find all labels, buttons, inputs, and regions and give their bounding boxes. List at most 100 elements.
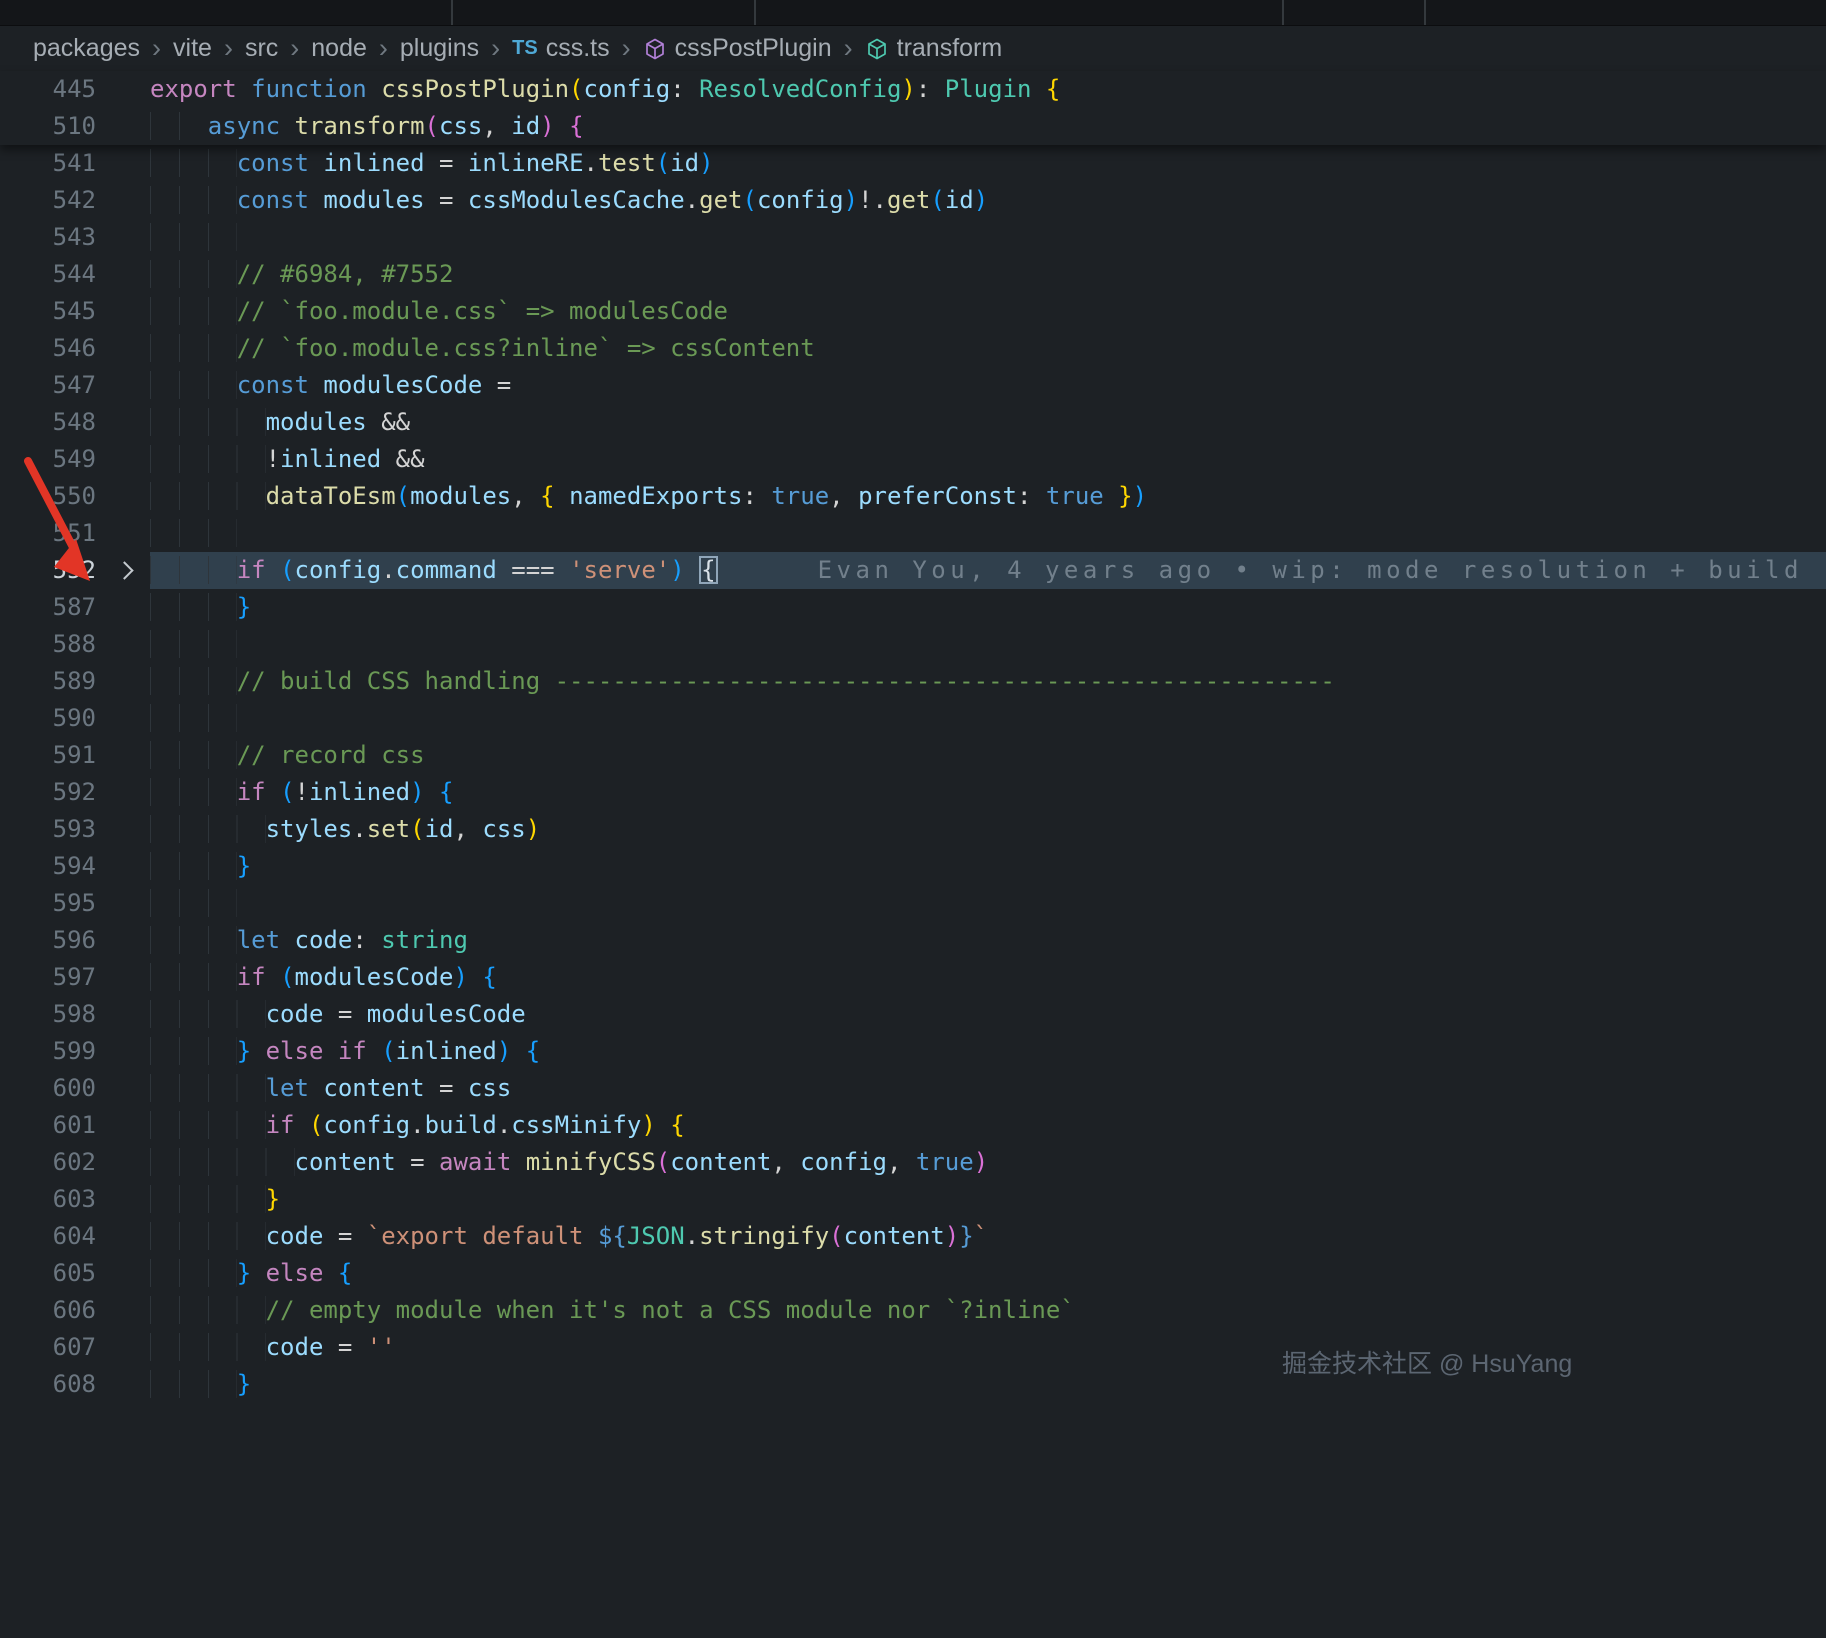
line-number[interactable]: 598 bbox=[0, 996, 96, 1033]
code-text: } bbox=[150, 1366, 1826, 1403]
code-line[interactable]: 542 const modules = cssModulesCache.get(… bbox=[0, 182, 1826, 219]
breadcrumb-item-vite[interactable]: vite bbox=[173, 34, 212, 63]
line-number[interactable]: 602 bbox=[0, 1144, 96, 1181]
line-number[interactable]: 599 bbox=[0, 1033, 96, 1070]
code-line[interactable]: 549 !inlined && bbox=[0, 441, 1826, 478]
breadcrumb-item-file[interactable]: TS css.ts bbox=[512, 34, 609, 63]
code-line[interactable]: 601 if (config.build.cssMinify) { bbox=[0, 1107, 1826, 1144]
line-number[interactable]: 545 bbox=[0, 293, 96, 330]
code-line[interactable]: 544 // #6984, #7552 bbox=[0, 256, 1826, 293]
breadcrumb-item-node[interactable]: node bbox=[311, 34, 367, 63]
breadcrumb-item-symbol-cssPostPlugin[interactable]: cssPostPlugin bbox=[643, 34, 832, 63]
code-line[interactable]: 603 } bbox=[0, 1181, 1826, 1218]
code-line[interactable]: 604 code = `export default ${JSON.string… bbox=[0, 1218, 1826, 1255]
code-line[interactable]: 600 let content = css bbox=[0, 1070, 1826, 1107]
token-var: content bbox=[843, 1222, 945, 1250]
line-number[interactable]: 593 bbox=[0, 811, 96, 848]
code-line[interactable]: 594 } bbox=[0, 848, 1826, 885]
line-number[interactable]: 597 bbox=[0, 959, 96, 996]
token-b3: } bbox=[236, 1037, 252, 1065]
code-line[interactable]: 543 bbox=[0, 219, 1826, 256]
token-var: code bbox=[265, 1000, 324, 1028]
code-editor[interactable]: 541 const inlined = inlineRE.test(id) 542… bbox=[0, 145, 1826, 1403]
code-line[interactable]: 550 dataToEsm(modules, { namedExports: t… bbox=[0, 478, 1826, 515]
line-number[interactable]: 543 bbox=[0, 219, 96, 256]
code-line[interactable]: 587 } bbox=[0, 589, 1826, 626]
line-number[interactable]: 592 bbox=[0, 774, 96, 811]
line-number[interactable]: 587 bbox=[0, 589, 96, 626]
breadcrumb-item-symbol-transform[interactable]: transform bbox=[865, 34, 1003, 63]
token-b1: ( bbox=[308, 1111, 324, 1139]
line-number[interactable]: 600 bbox=[0, 1070, 96, 1107]
line-number[interactable]: 606 bbox=[0, 1292, 96, 1329]
code-line[interactable]: 606 // empty module when it's not a CSS … bbox=[0, 1292, 1826, 1329]
fold-collapsed-indicator[interactable] bbox=[96, 552, 150, 589]
code-line[interactable]: 592 if (!inlined) { bbox=[0, 774, 1826, 811]
code-line[interactable]: 546 // `foo.module.css?inline` => cssCon… bbox=[0, 330, 1826, 367]
line-number[interactable]: 549 bbox=[0, 441, 96, 478]
code-line[interactable]: 588 bbox=[0, 626, 1826, 663]
breadcrumb-separator: › bbox=[491, 33, 501, 63]
line-number[interactable]: 604 bbox=[0, 1218, 96, 1255]
token-b3: ) bbox=[670, 556, 685, 584]
token-com: // empty module when it's not a CSS modu… bbox=[265, 1296, 1075, 1324]
line-number[interactable]: 541 bbox=[0, 145, 96, 182]
code-line[interactable]: 602 content = await minifyCSS(content, c… bbox=[0, 1144, 1826, 1181]
fold-gutter bbox=[96, 922, 150, 959]
line-number[interactable]: 601 bbox=[0, 1107, 96, 1144]
token-punc: = bbox=[323, 1222, 367, 1250]
code-line[interactable]: 552 if (config.command === 'serve') {Eva… bbox=[0, 552, 1826, 589]
sticky-line[interactable]: 445 export function cssPostPlugin(config:… bbox=[0, 71, 1826, 108]
code-line[interactable]: 545 // `foo.module.css` => modulesCode bbox=[0, 293, 1826, 330]
line-number[interactable]: 552 bbox=[0, 552, 96, 589]
line-number[interactable]: 551 bbox=[0, 515, 96, 552]
line-number[interactable]: 544 bbox=[0, 256, 96, 293]
token-var: css bbox=[467, 1074, 512, 1102]
token-b3: ( bbox=[381, 1037, 396, 1065]
line-number[interactable]: 542 bbox=[0, 182, 96, 219]
breadcrumb-item-plugins[interactable]: plugins bbox=[400, 34, 479, 63]
code-line[interactable]: 589 // build CSS handling --------------… bbox=[0, 663, 1826, 700]
line-number[interactable]: 510 bbox=[0, 108, 96, 145]
breadcrumb-item-src[interactable]: src bbox=[245, 34, 278, 63]
code-line[interactable]: 596 let code: string bbox=[0, 922, 1826, 959]
line-number[interactable]: 590 bbox=[0, 700, 96, 737]
code-line[interactable]: 595 bbox=[0, 885, 1826, 922]
code-line[interactable]: 590 bbox=[0, 700, 1826, 737]
line-number[interactable]: 547 bbox=[0, 367, 96, 404]
code-line[interactable]: 597 if (modulesCode) { bbox=[0, 959, 1826, 996]
code-line[interactable]: 599 } else if (inlined) { bbox=[0, 1033, 1826, 1070]
line-number[interactable]: 594 bbox=[0, 848, 96, 885]
line-number[interactable]: 605 bbox=[0, 1255, 96, 1292]
token-type: ResolvedConfig bbox=[699, 75, 902, 103]
token-punc bbox=[367, 75, 381, 103]
breadcrumb-symbol-label: transform bbox=[896, 34, 1003, 62]
code-line[interactable]: 541 const inlined = inlineRE.test(id) bbox=[0, 145, 1826, 182]
code-line[interactable]: 548 modules && bbox=[0, 404, 1826, 441]
code-text: // record css bbox=[150, 737, 1826, 774]
code-line[interactable]: 605 } else { bbox=[0, 1255, 1826, 1292]
line-number[interactable]: 591 bbox=[0, 737, 96, 774]
line-number[interactable]: 550 bbox=[0, 478, 96, 515]
token-punc bbox=[511, 1037, 525, 1065]
sticky-line[interactable]: 510 async transform(css, id) { bbox=[0, 108, 1826, 145]
breadcrumb-item-packages[interactable]: packages bbox=[33, 34, 140, 63]
line-number[interactable]: 595 bbox=[0, 885, 96, 922]
line-number[interactable]: 607 bbox=[0, 1329, 96, 1366]
line-number[interactable]: 445 bbox=[0, 71, 96, 108]
code-line[interactable]: 593 styles.set(id, css) bbox=[0, 811, 1826, 848]
line-number[interactable]: 603 bbox=[0, 1181, 96, 1218]
line-number[interactable]: 596 bbox=[0, 922, 96, 959]
code-line[interactable]: 598 code = modulesCode bbox=[0, 996, 1826, 1033]
line-number[interactable]: 588 bbox=[0, 626, 96, 663]
line-number[interactable]: 589 bbox=[0, 663, 96, 700]
line-number[interactable]: 546 bbox=[0, 330, 96, 367]
code-text: dataToEsm(modules, { namedExports: true,… bbox=[150, 478, 1826, 515]
code-line[interactable]: 547 const modulesCode = bbox=[0, 367, 1826, 404]
line-number[interactable]: 548 bbox=[0, 404, 96, 441]
code-line[interactable]: 591 // record css bbox=[0, 737, 1826, 774]
line-number[interactable]: 608 bbox=[0, 1366, 96, 1403]
token-punc: , bbox=[886, 1148, 916, 1176]
code-line[interactable]: 551 bbox=[0, 515, 1826, 552]
tab-bar[interactable] bbox=[0, 0, 1826, 26]
